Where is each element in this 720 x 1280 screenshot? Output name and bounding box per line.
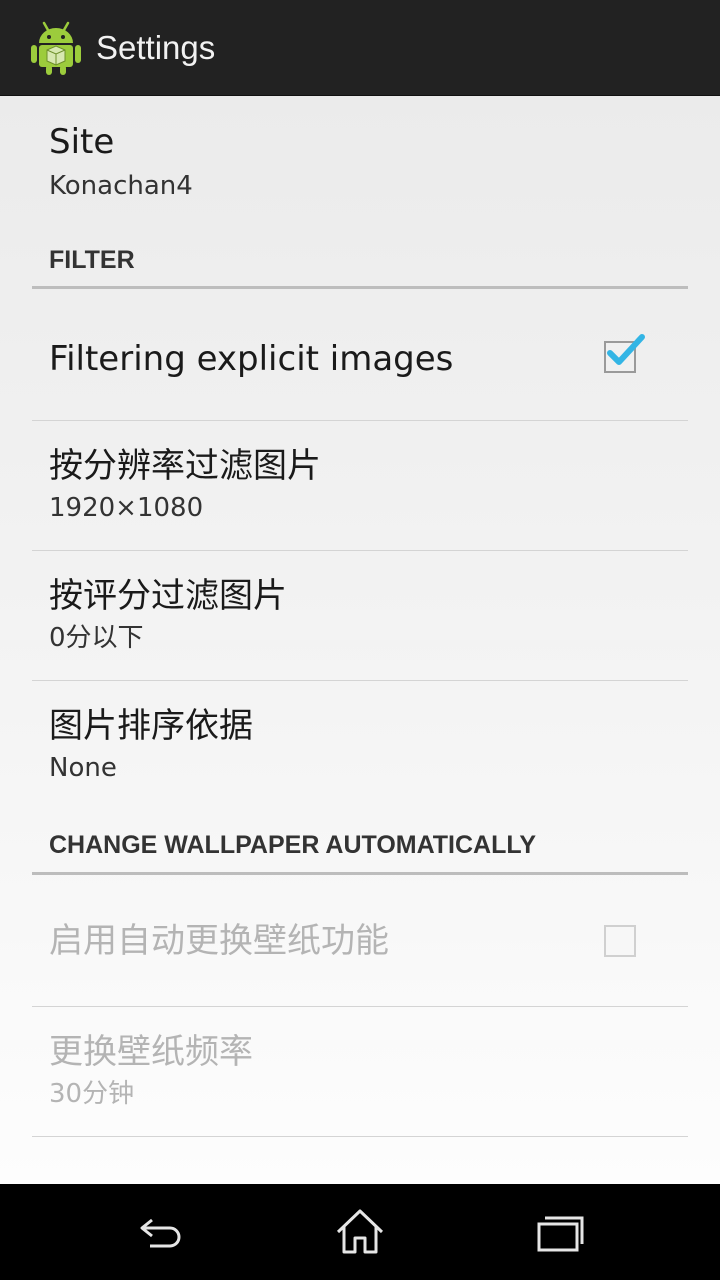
wallpaper-category-title: CHANGE WALLPAPER AUTOMATICALLY bbox=[49, 831, 537, 859]
change-frequency-preference: 更换壁纸频率 30分钟 bbox=[32, 1032, 688, 1110]
auto-change-preference: 启用自动更换壁纸功能 bbox=[32, 875, 688, 1006]
filter-resolution-title: 按分辨率过滤图片 bbox=[49, 446, 321, 486]
change-frequency-title: 更换壁纸频率 bbox=[49, 1032, 253, 1072]
auto-change-checkbox bbox=[604, 925, 636, 957]
change-frequency-summary: 30分钟 bbox=[49, 1079, 135, 1109]
filter-rating-preference[interactable]: 按评分过滤图片 0分以下 bbox=[32, 576, 688, 654]
preferences-list[interactable]: Site Konachan4 FILTER Filtering explicit… bbox=[0, 96, 720, 1184]
back-icon[interactable] bbox=[130, 1206, 190, 1258]
sort-by-preference[interactable]: 图片排序依据 None bbox=[32, 706, 688, 784]
sort-by-title: 图片排序依据 bbox=[49, 706, 253, 746]
divider bbox=[32, 550, 688, 551]
filter-resolution-preference[interactable]: 按分辨率过滤图片 1920×1080 bbox=[32, 446, 688, 524]
filter-explicit-preference[interactable]: Filtering explicit images bbox=[32, 289, 688, 420]
site-summary: Konachan4 bbox=[49, 171, 193, 201]
sort-by-summary: None bbox=[49, 753, 117, 783]
navigation-bar bbox=[0, 1184, 720, 1280]
home-icon[interactable] bbox=[330, 1206, 390, 1258]
filter-rating-summary: 0分以下 bbox=[49, 623, 144, 653]
recent-apps-icon[interactable] bbox=[530, 1206, 590, 1258]
checkmark-icon bbox=[607, 334, 645, 365]
filter-explicit-title: Filtering explicit images bbox=[49, 339, 454, 379]
page-title: Settings bbox=[96, 28, 216, 66]
auto-change-title: 启用自动更换壁纸功能 bbox=[49, 921, 389, 961]
divider bbox=[32, 1136, 688, 1137]
site-title: Site bbox=[49, 122, 115, 162]
site-preference[interactable]: Site Konachan4 bbox=[32, 122, 688, 202]
filter-category-title: FILTER bbox=[49, 246, 135, 274]
action-bar: Settings bbox=[0, 0, 720, 96]
divider bbox=[32, 680, 688, 681]
divider bbox=[32, 1006, 688, 1007]
filter-rating-title: 按评分过滤图片 bbox=[49, 576, 287, 616]
filter-explicit-checkbox[interactable] bbox=[604, 334, 645, 373]
divider bbox=[32, 420, 688, 421]
android-robot-icon[interactable] bbox=[30, 19, 82, 77]
filter-resolution-summary: 1920×1080 bbox=[49, 493, 204, 523]
